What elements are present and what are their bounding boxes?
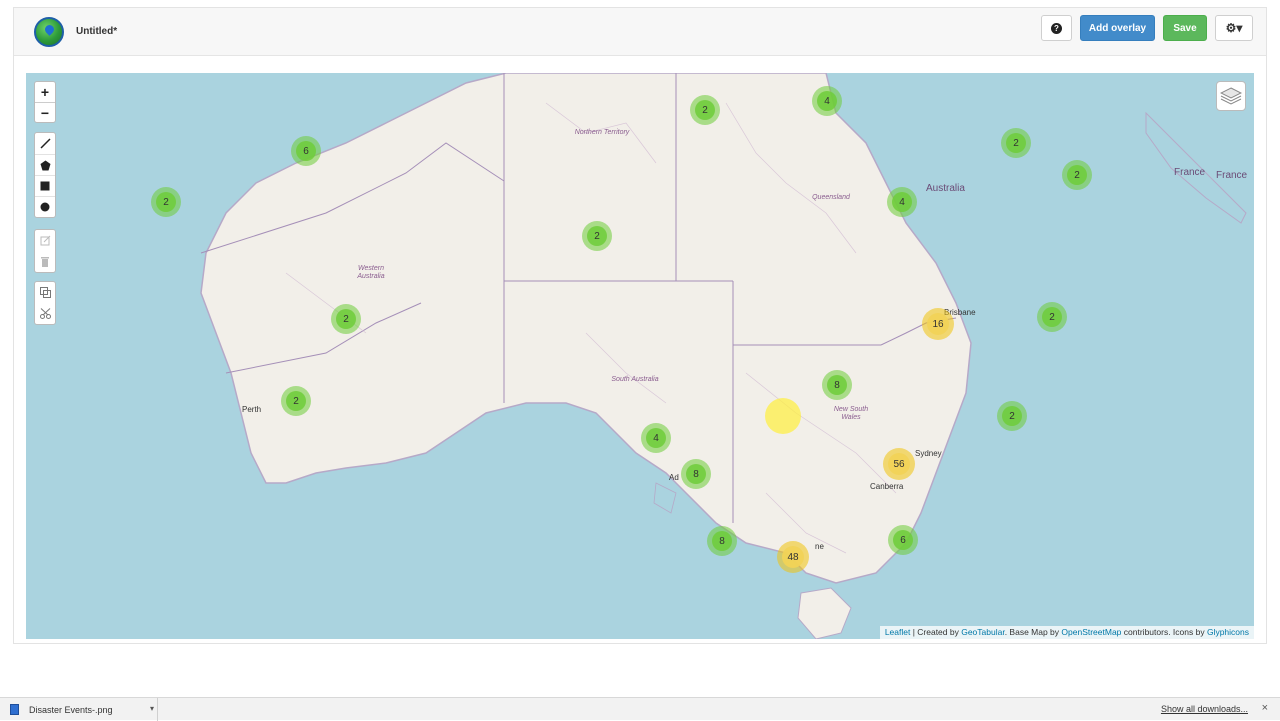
app-logo[interactable] [34, 17, 64, 47]
leaflet-link[interactable]: Leaflet [885, 627, 911, 637]
marker-cluster[interactable]: 2 [1037, 302, 1067, 332]
marker-cluster[interactable]: 6 [888, 525, 918, 555]
marker-cluster[interactable]: 2 [331, 304, 361, 334]
label-france-1: France [1174, 167, 1206, 178]
close-icon[interactable]: × [1262, 702, 1268, 714]
download-menu-icon[interactable]: ▾ [150, 704, 154, 713]
hover-highlight [765, 398, 801, 434]
basemap-land [200, 73, 1247, 639]
marker-cluster[interactable]: 48 [777, 541, 809, 573]
glyphicons-link[interactable]: Glyphicons [1207, 627, 1249, 637]
label-france-2: France [1216, 170, 1248, 181]
circle-icon[interactable] [35, 196, 55, 217]
city-perth: Perth [242, 405, 262, 414]
label-western-australia: Western Australia [357, 265, 385, 280]
map-view[interactable]: Northern Territory Western Australia Sou… [26, 73, 1254, 639]
polyline-icon[interactable] [35, 133, 55, 154]
marker-cluster[interactable]: 2 [997, 401, 1027, 431]
marker-cluster[interactable]: 6 [291, 136, 321, 166]
settings-dropdown-button[interactable]: ⚙▾ [1215, 15, 1253, 41]
layers-control[interactable] [1216, 81, 1246, 111]
label-new-south-wales: New South Wales [833, 406, 869, 421]
download-file-name: Disaster Events-.png [29, 704, 113, 715]
label-northern-territory: Northern Territory [574, 129, 630, 136]
copy-icon[interactable] [35, 282, 55, 303]
marker-cluster[interactable]: 2 [281, 386, 311, 416]
marker-cluster[interactable]: 2 [582, 221, 612, 251]
label-south-australia: South Australia [611, 376, 659, 383]
label-australia: Australia [926, 183, 965, 194]
marker-cluster[interactable]: 16 [922, 308, 954, 340]
show-all-downloads-link[interactable]: Show all downloads... [1161, 704, 1248, 714]
polygon-icon[interactable] [35, 154, 55, 175]
marker-cluster[interactable]: 2 [690, 95, 720, 125]
city-melbourne: ne [815, 542, 824, 551]
marker-cluster[interactable]: 4 [812, 86, 842, 116]
marker-cluster[interactable]: 2 [1001, 128, 1031, 158]
layers-icon [1220, 87, 1242, 105]
edit-toolbar [34, 229, 56, 273]
marker-cluster[interactable]: 8 [681, 459, 711, 489]
rectangle-icon[interactable] [35, 175, 55, 196]
zoom-out-button[interactable]: − [35, 102, 55, 122]
marker-cluster[interactable]: 4 [887, 187, 917, 217]
downloads-bar: Disaster Events-.png ▾ Show all download… [0, 697, 1280, 721]
city-adelaide: Ad [669, 473, 679, 482]
draw-toolbar [34, 132, 56, 218]
marker-cluster[interactable]: 2 [1062, 160, 1092, 190]
delete-icon[interactable] [35, 251, 55, 272]
marker-cluster[interactable]: 2 [151, 187, 181, 217]
app: Untitled* ? Add overlay Save ⚙▾ Northern… [0, 0, 1280, 697]
edit-icon[interactable] [35, 230, 55, 251]
zoom-in-button[interactable]: + [35, 82, 55, 102]
help-icon: ? [1051, 22, 1062, 34]
image-file-icon [10, 704, 19, 715]
city-canberra: Canberra [870, 482, 904, 491]
cut-icon[interactable] [35, 303, 55, 324]
city-sydney: Sydney [915, 449, 942, 458]
label-queensland: Queensland [812, 194, 850, 201]
save-button[interactable]: Save [1163, 15, 1207, 41]
help-button[interactable]: ? [1041, 15, 1072, 41]
add-overlay-button[interactable]: Add overlay [1080, 15, 1155, 41]
map-attribution: Leaflet | Created by GeoTabular. Base Ma… [879, 626, 1254, 639]
document-title[interactable]: Untitled* [76, 26, 117, 37]
marker-cluster[interactable]: 8 [707, 526, 737, 556]
zoom-control: + − [34, 81, 56, 123]
geotabular-link[interactable]: GeoTabular [961, 627, 1004, 637]
marker-cluster[interactable]: 4 [641, 423, 671, 453]
extra-toolbar [34, 281, 56, 325]
marker-cluster[interactable]: 8 [822, 370, 852, 400]
header-bar [14, 8, 1266, 56]
openstreetmap-link[interactable]: OpenStreetMap [1061, 627, 1121, 637]
download-item[interactable]: Disaster Events-.png [0, 698, 158, 721]
marker-cluster[interactable]: 56 [883, 448, 915, 480]
